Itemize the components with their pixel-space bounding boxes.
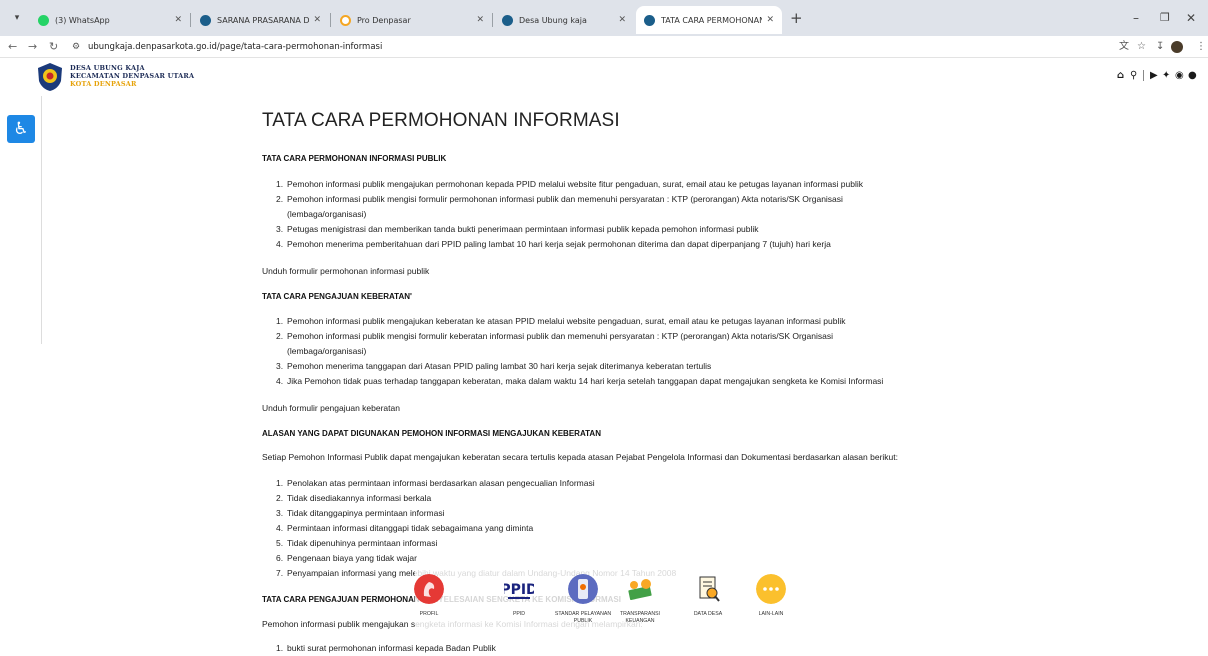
twitter-icon[interactable]: ✦ <box>1162 69 1170 83</box>
svg-text:PPID: PPID <box>504 582 534 598</box>
section-intro: Setiap Pemohon Informasi Publik dapat me… <box>262 452 898 462</box>
tab-desa-ubung-kaja[interactable]: Desa Ubung kaja ✕ <box>494 6 634 34</box>
close-icon[interactable]: ✕ <box>618 15 626 25</box>
tab-pro-denpasar[interactable]: Pro Denpasar ✕ <box>332 6 492 34</box>
data-document-icon <box>699 576 720 602</box>
page-title: TATA CARA PERMOHONAN INFORMASI <box>262 110 620 131</box>
site-info-icon[interactable]: ⚙ <box>72 39 80 55</box>
quick-menu-profil[interactable]: PROFIL <box>397 574 461 617</box>
more-icon <box>756 574 786 604</box>
instagram-icon[interactable]: ◉ <box>1175 69 1184 83</box>
site-logo-icon <box>200 14 211 26</box>
tab-separator <box>190 13 191 27</box>
profile-icon <box>414 574 444 604</box>
site-logo-icon <box>644 14 655 26</box>
list-item: 5. Tidak dipenuhinya permintaan informasi <box>276 538 438 548</box>
tab-whatsapp[interactable]: (3) WhatsApp ✕ <box>30 6 190 34</box>
forward-icon[interactable]: → <box>28 39 37 55</box>
list-item: 1. bukti surat permohonan informasi kepad… <box>276 643 496 653</box>
close-icon[interactable]: ✕ <box>174 15 182 25</box>
section-heading: ALASAN YANG DAPAT DIGUNAKAN PEMOHON INFO… <box>262 429 601 438</box>
tab-search-icon[interactable]: ▾ <box>8 10 26 26</box>
download-icon[interactable]: ↧ <box>1156 39 1164 55</box>
phone-service-icon <box>568 574 598 604</box>
village-logo-icon[interactable] <box>36 62 64 92</box>
new-tab-button[interactable]: + <box>790 9 803 27</box>
money-icon <box>628 579 652 600</box>
list-item: 3. Tidak ditanggapinya permintaan informa… <box>276 508 445 518</box>
profile-avatar[interactable] <box>1171 41 1183 53</box>
brand-name[interactable]: DESA UBUNG KAJA <box>70 64 145 72</box>
back-icon[interactable]: ← <box>8 39 17 55</box>
list-item: 1. Penolakan atas permintaan informasi be… <box>276 478 595 488</box>
whatsapp-icon <box>38 14 49 26</box>
ppid-icon: PPID <box>504 582 534 599</box>
download-form-link[interactable]: Unduh formulir pengajuan keberatan <box>262 403 400 413</box>
list-item: 4. Jika Pemohon tidak puas terhadap tangg… <box>276 376 884 386</box>
quick-menu-lain-lain[interactable]: LAIN-LAIN <box>739 574 803 617</box>
site-logo-icon <box>502 14 513 26</box>
header-divider <box>1143 70 1144 81</box>
restore-icon[interactable]: ❐ <box>1160 9 1170 27</box>
tab-separator <box>492 13 493 27</box>
close-icon[interactable]: ✕ <box>313 15 321 25</box>
list-item: 6. Pengenaan biaya yang tidak wajar <box>276 553 417 563</box>
quick-menu-standar-pelayanan[interactable]: STANDAR PELAYANAN PUBLIK <box>551 574 615 624</box>
list-item: 2. Pemohon informasi publik mengisi formu… <box>276 194 843 219</box>
bookmark-star-icon[interactable]: ☆ <box>1137 39 1146 55</box>
menu-kebab-icon[interactable]: ⋮ <box>1196 39 1206 55</box>
pro-denpasar-icon <box>340 14 351 26</box>
window-close-icon[interactable]: ✕ <box>1186 9 1196 27</box>
list-item: 1. Pemohon informasi publik mengajukan pe… <box>276 179 863 189</box>
home-icon[interactable]: ⌂ <box>1117 69 1124 83</box>
brand-city: KOTA DENPASAR <box>70 80 137 88</box>
list-item: 3. Pemohon menerima tanggapan dari Atasan… <box>276 361 712 371</box>
list-item: 3. Petugas menigistrasi dan memberikan ta… <box>276 224 759 234</box>
facebook-icon[interactable]: ● <box>1188 69 1197 83</box>
accessibility-icon[interactable]: ♿ <box>7 115 35 143</box>
section-heading: TATA CARA PERMOHONAN INFORMASI PUBLIK <box>262 154 447 163</box>
tab-separator <box>330 13 331 27</box>
close-icon[interactable]: ✕ <box>476 15 484 25</box>
quick-menu-transparansi[interactable]: TRANSPARANSI KEUANGAN <box>608 574 672 624</box>
reload-icon[interactable]: ↻ <box>49 39 58 55</box>
list-item: 2. Pemohon informasi publik mengisi formu… <box>276 331 833 356</box>
close-icon[interactable]: ✕ <box>766 15 774 25</box>
list-item: 4. Permintaan informasi ditanggapi tidak … <box>276 523 534 533</box>
brand-district: KECAMATAN DENPASAR UTARA <box>70 72 195 80</box>
translate-icon[interactable]: 文 <box>1119 39 1129 55</box>
youtube-icon[interactable]: ▶ <box>1150 69 1158 83</box>
section-heading: TATA CARA PENGAJUAN KEBERATAN' <box>262 292 412 301</box>
list-item: 4. Pemohon menerima pemberitahuan dari PP… <box>276 239 831 249</box>
tab-sarana-prasarana[interactable]: SARANA PRASARANA DAN INF ✕ <box>192 6 329 34</box>
address-bar[interactable]: ubungkaja.denpasarkota.go.id/page/tata-c… <box>88 39 382 55</box>
quick-menu-ppid[interactable]: PPID PPID <box>487 574 551 617</box>
minimize-icon[interactable]: – <box>1133 9 1139 27</box>
quick-menu-data-desa[interactable]: DATA DESA <box>676 574 740 617</box>
tab-tata-cara-active[interactable]: TATA CARA PERMOHONAN INF ✕ <box>636 6 782 34</box>
list-item: 1. Pemohon informasi publik mengajukan ke… <box>276 316 846 326</box>
download-form-link[interactable]: Unduh formulir permohonan informasi publ… <box>262 266 429 276</box>
search-icon[interactable]: ⚲ <box>1130 69 1137 83</box>
list-item: 2. Tidak disediakannya informasi berkala <box>276 493 432 503</box>
